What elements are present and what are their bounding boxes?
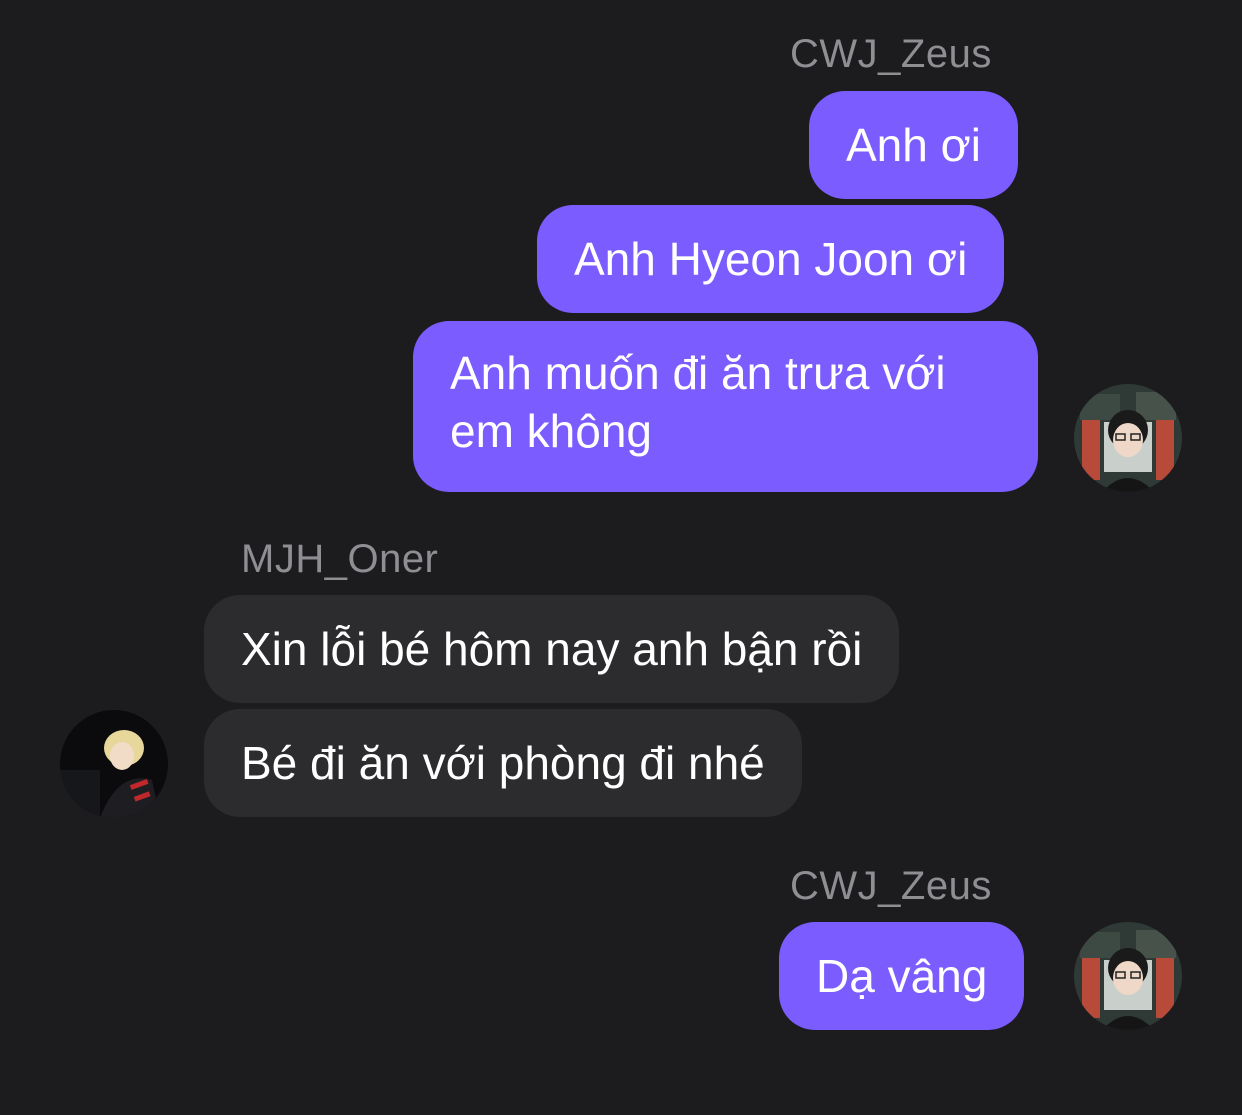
message-text: Dạ vâng: [816, 950, 988, 1002]
message-text: Bé đi ăn với phòng đi nhé: [241, 737, 765, 789]
avatar-image: [1074, 384, 1182, 492]
sender-name: CWJ_Zeus: [790, 864, 992, 908]
message-text: Anh ơi: [846, 119, 982, 171]
message-bubble-outgoing[interactable]: Anh Hyeon Joon ơi: [537, 205, 1005, 313]
zeus-avatar[interactable]: [1074, 922, 1182, 1030]
oner-avatar[interactable]: [60, 710, 168, 818]
message-text: Xin lỗi bé hôm nay anh bận rồi: [241, 623, 863, 675]
sender-name: CWJ_Zeus: [790, 32, 992, 76]
avatar-image: [60, 710, 168, 818]
message-bubble-incoming[interactable]: Bé đi ăn với phòng đi nhé: [204, 709, 802, 817]
message-bubble-outgoing[interactable]: Anh ơi: [809, 91, 1019, 199]
message-bubble-incoming[interactable]: Xin lỗi bé hôm nay anh bận rồi: [204, 595, 900, 703]
message-bubble-outgoing[interactable]: Anh muốn đi ăn trưa với em không: [413, 321, 1038, 492]
message-text: Anh muốn đi ăn trưa với em không: [450, 347, 946, 457]
message-bubble-outgoing[interactable]: Dạ vâng: [779, 922, 1025, 1030]
avatar-image: [1074, 922, 1182, 1030]
zeus-avatar[interactable]: [1074, 384, 1182, 492]
message-text: Anh Hyeon Joon ơi: [574, 233, 968, 285]
sender-name: MJH_Oner: [241, 537, 439, 581]
